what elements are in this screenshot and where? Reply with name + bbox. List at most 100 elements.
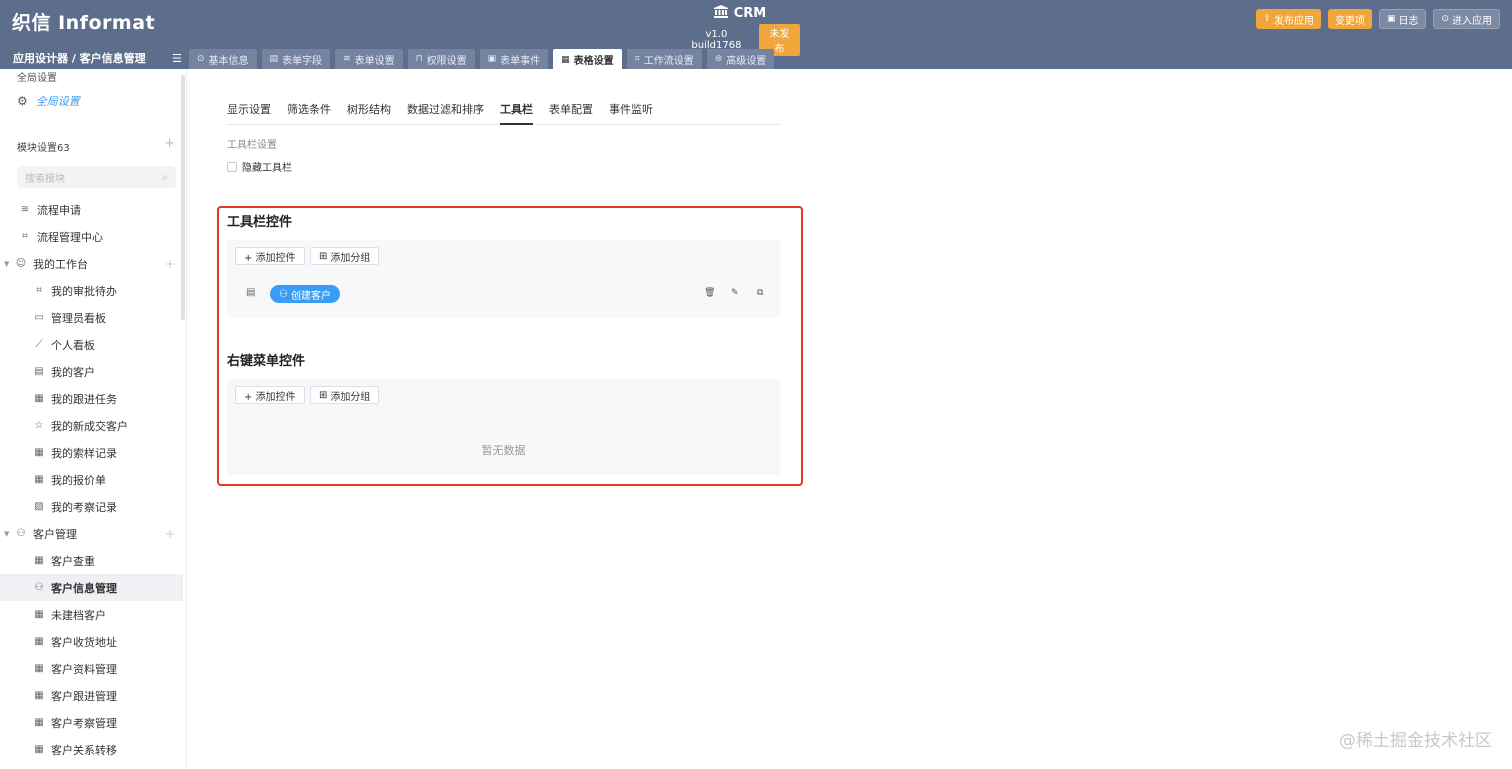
sidebar-item[interactable]: ≋ 流程申请 — [0, 196, 183, 223]
workflow-icon: ⌗ — [36, 285, 42, 296]
tab-form-settings[interactable]: ≋ 表单设置 — [335, 49, 403, 69]
app-name: CRM — [733, 6, 767, 21]
sidebar-item[interactable]: ▦ 客户资料管理 — [0, 655, 183, 682]
lock-icon: ⊓ — [415, 54, 423, 64]
breadcrumb: 应用设计器 / 客户信息管理 — [13, 52, 146, 65]
changes-button[interactable]: 变更项 — [1327, 9, 1372, 29]
add-control-button[interactable]: + 添加控件 — [235, 386, 305, 404]
subtab-filter[interactable]: 筛选条件 — [287, 95, 331, 125]
subtab-toolbar[interactable]: 工具栏 — [500, 95, 533, 125]
hide-toolbar-checkbox[interactable] — [227, 161, 237, 172]
chart-icon: ⟋ — [35, 339, 43, 350]
add-control-button[interactable]: + 添加控件 — [235, 247, 305, 265]
info-icon: ⊙ — [197, 54, 205, 64]
subtab-tree[interactable]: 树形结构 — [347, 95, 391, 125]
sidebar-item[interactable]: ▦ 客户关系转移 — [0, 736, 183, 763]
sidebar-item-selected[interactable]: ⚇ 客户信息管理 — [0, 574, 183, 601]
table-icon: ▦ — [34, 636, 44, 647]
sidebar-item[interactable]: ▦ 我的索样记录 — [0, 439, 183, 466]
smile-icon: ☺ — [15, 258, 27, 269]
tab-form-events[interactable]: ▣ 表单事件 — [479, 49, 549, 69]
publish-app-button[interactable]: ⇪ 发布应用 — [1256, 9, 1321, 29]
watermark: @稀土掘金技术社区 — [1339, 731, 1492, 751]
hide-toolbar-label: 隐藏工具栏 — [242, 163, 292, 174]
trash-icon[interactable]: 🗑 — [704, 288, 715, 298]
table-icon: ▦ — [34, 744, 44, 755]
sidebar-item[interactable]: ⌗ 我的审批待办 — [0, 277, 183, 304]
sidebar-item[interactable]: ▦ 客户查重 — [0, 547, 183, 574]
layers-icon: ≋ — [343, 54, 351, 64]
workflow-icon: ⌗ — [22, 231, 28, 242]
header-actions: ⇪ 发布应用 变更项 ▣ 日志 ⊙ 进入应用 — [1256, 9, 1500, 29]
log-button[interactable]: ▣ 日志 — [1378, 9, 1427, 29]
folder-icon: ⊞ — [319, 250, 328, 262]
table-icon: ▦ — [561, 54, 570, 65]
collapse-sidebar-icon[interactable]: ☰ — [172, 52, 182, 65]
table-icon: ▦ — [34, 393, 44, 404]
copy-icon[interactable]: ⧉ — [757, 288, 763, 298]
add-icon[interactable]: + — [165, 257, 175, 271]
sidebar-item[interactable]: ▦ 客户收货地址 — [0, 628, 183, 655]
image-icon: ▨ — [34, 501, 44, 512]
sidebar-item[interactable]: ⟋ 个人看板 — [0, 331, 183, 358]
edit-icon[interactable]: ✎ — [731, 288, 739, 298]
sidebar-item[interactable]: ▭ 管理员看板 — [0, 304, 183, 331]
subtab-event-listen[interactable]: 事件监听 — [609, 95, 653, 125]
sidebar-group[interactable]: ▼ ⚇ 客户管理 + — [0, 520, 183, 547]
fields-icon: ▤ — [269, 54, 279, 64]
sidebar-item[interactable]: ▦ 我的跟进任务 — [0, 385, 183, 412]
table-settings-subtabs: 显示设置 筛选条件 树形结构 数据过滤和排序 工具栏 表单配置 事件监听 — [227, 95, 780, 125]
table-icon: ▦ — [34, 555, 44, 566]
context-menu-panel: + 添加控件 ⊞ 添加分组 暂无数据 — [227, 379, 780, 475]
tab-permissions[interactable]: ⊓ 权限设置 — [407, 49, 475, 69]
add-icon[interactable]: + — [165, 527, 175, 541]
chevron-down-icon: ▼ — [4, 259, 10, 268]
user-icon: ⚇ — [279, 288, 288, 300]
toolbar-controls-panel: + 添加控件 ⊞ 添加分组 ▤ ⚇ 创建客户 🗑 ✎ ⧉ — [227, 240, 780, 318]
tab-advanced-settings[interactable]: ⊜ 高级设置 — [706, 49, 775, 69]
subtab-data-filter-sort[interactable]: 数据过滤和排序 — [407, 95, 484, 125]
log-icon: ▣ — [1386, 14, 1396, 24]
star-icon: ☆ — [34, 420, 44, 431]
document-icon: ▤ — [246, 287, 256, 298]
layers-icon: ≋ — [20, 204, 30, 215]
sidebar-group[interactable]: ▼ ☺ 我的工作台 + — [0, 250, 183, 277]
toolbar-settings-title: 工具栏设置 — [227, 140, 277, 151]
gear-icon: ⚙ — [17, 94, 28, 108]
hide-toolbar-row: 隐藏工具栏 — [227, 159, 292, 174]
tab-workflow-settings[interactable]: ⌗ 工作流设置 — [626, 49, 702, 69]
add-module-icon[interactable]: + — [164, 137, 175, 154]
sidebar-item[interactable]: ⌗ 流程管理中心 — [0, 223, 183, 250]
database-icon: ⊜ — [714, 54, 723, 64]
user-icon: ⚇ — [16, 528, 26, 539]
sidebar-item[interactable]: ▤ 我的客户 — [0, 358, 183, 385]
enter-app-button[interactable]: ⊙ 进入应用 — [1433, 9, 1500, 29]
add-group-button[interactable]: ⊞ 添加分组 — [310, 386, 380, 404]
tab-basic-info[interactable]: ⊙ 基本信息 — [189, 49, 257, 69]
global-settings-item[interactable]: ⚙ 全局设置 — [17, 93, 80, 109]
sidebar-item[interactable]: ▦ 客户考察管理 — [0, 709, 183, 736]
board-icon: ▭ — [34, 312, 44, 323]
tab-form-fields[interactable]: ▤ 表单字段 — [261, 49, 331, 69]
sidebar-item[interactable]: ▦ 客户跟进管理 — [0, 682, 183, 709]
add-group-button[interactable]: ⊞ 添加分组 — [310, 247, 380, 265]
global-settings-title: 全局设置 — [17, 73, 57, 84]
create-customer-control[interactable]: ⚇ 创建客户 — [270, 285, 340, 303]
workflow-icon: ⌗ — [634, 54, 640, 64]
sidebar-item[interactable]: ▦ 未建档客户 — [0, 601, 183, 628]
subtab-display[interactable]: 显示设置 — [227, 95, 271, 125]
sidebar-item[interactable]: ▦ 我的报价单 — [0, 466, 183, 493]
event-icon: ▣ — [487, 54, 497, 64]
subtab-form-config[interactable]: 表单配置 — [549, 95, 593, 125]
module-search-input[interactable]: 搜索模块 ⌕ — [17, 166, 176, 188]
chevron-down-icon: ▼ — [4, 529, 10, 538]
context-menu-title: 右键菜单控件 — [227, 354, 306, 369]
search-icon: ⌕ — [162, 171, 168, 183]
sidebar-item[interactable]: ▨ 我的考察记录 — [0, 493, 183, 520]
table-icon: ▦ — [34, 474, 44, 485]
sidebar: 全局设置 ⚙ 全局设置 模块设置63 + 搜索模块 ⌕ ≋ 流程申请 ⌗ 流程管理中… — [0, 69, 187, 769]
toolbar-controls-title: 工具栏控件 — [227, 215, 293, 230]
tab-table-settings[interactable]: ▦ 表格设置 — [553, 49, 622, 70]
app-header: 织信 Informat CRM v1.0 build1768 未发布 ⇪ 发布应… — [0, 0, 1512, 70]
sidebar-item[interactable]: ☆ 我的新成交客户 — [0, 412, 183, 439]
